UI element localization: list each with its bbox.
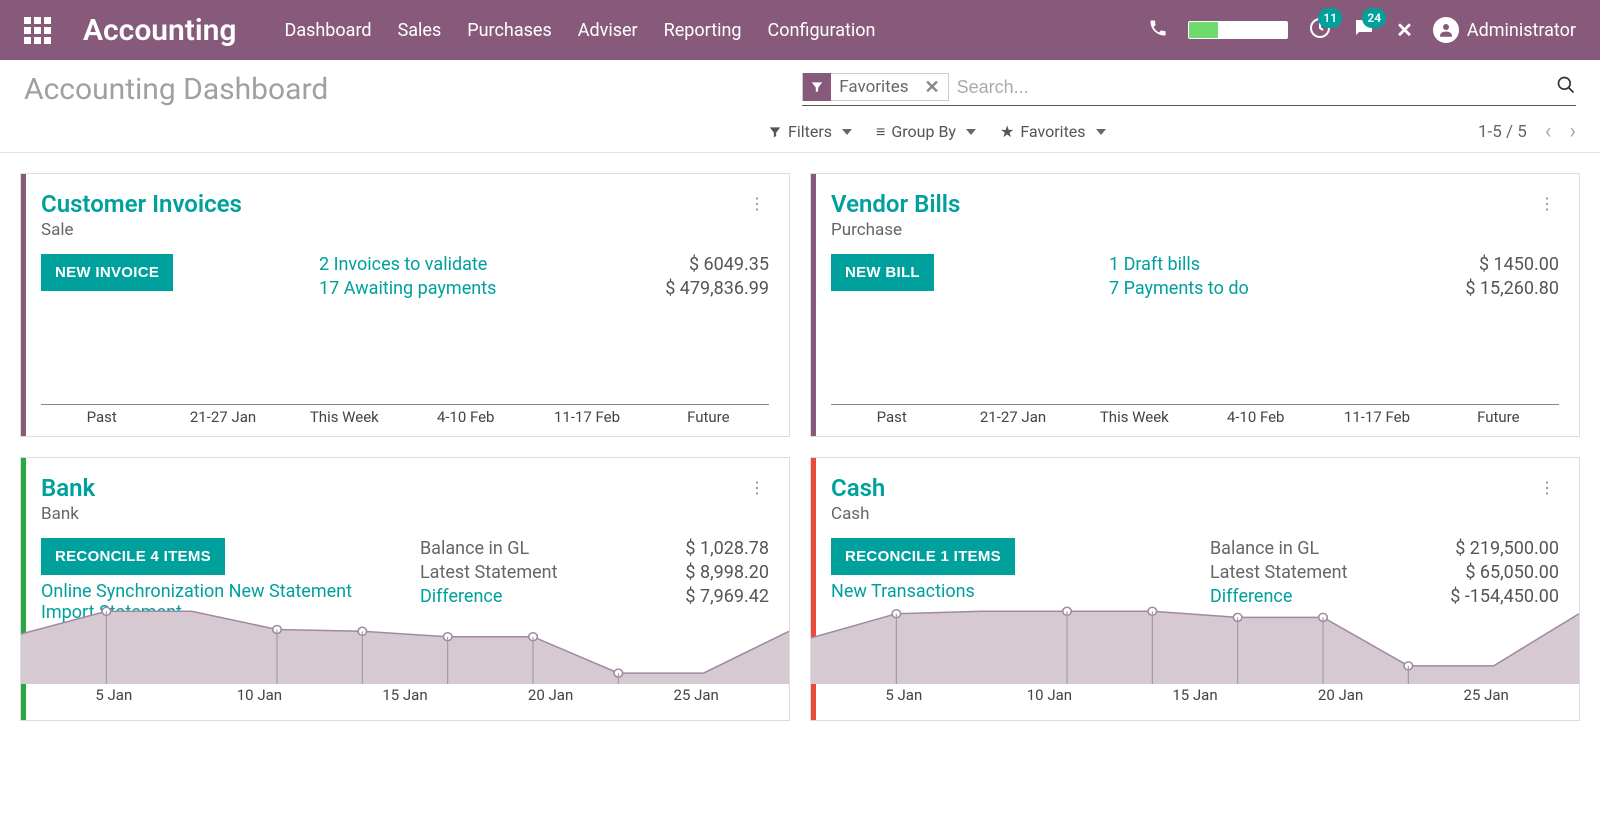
link-draft-bills[interactable]: 1 Draft bills xyxy=(1109,254,1409,275)
label-balance-gl: Balance in GL xyxy=(1210,538,1409,559)
search-icon[interactable] xyxy=(1556,75,1576,99)
avatar xyxy=(1433,17,1459,43)
phone-icon[interactable] xyxy=(1148,18,1168,42)
card-cash: Cash Cash ⋮ RECONCILE 1 ITEMS New Transa… xyxy=(810,457,1580,721)
card-subtitle: Cash xyxy=(831,504,1535,524)
activity-icon[interactable]: 11 xyxy=(1308,16,1332,44)
customer-invoices-chart: Past21-27 JanThis Week4-10 Feb11-17 FebF… xyxy=(41,340,769,428)
card-subtitle: Sale xyxy=(41,220,745,240)
card-vendor-bills: Vendor Bills Purchase ⋮ NEW BILL 1 Draft… xyxy=(810,173,1580,437)
link-online-sync[interactable]: Online Synchronization New Statement xyxy=(41,581,420,602)
link-invoices-to-validate[interactable]: 2 Invoices to validate xyxy=(319,254,619,275)
amount-payments: $ 15,260.80 xyxy=(1409,278,1559,299)
bank-chart: 5 Jan10 Jan15 Jan20 Jan25 Jan xyxy=(21,604,789,712)
close-icon[interactable]: ✕ xyxy=(1396,18,1413,42)
card-menu-icon[interactable]: ⋮ xyxy=(745,474,769,501)
chat-badge: 24 xyxy=(1362,8,1386,28)
nav-menu: Dashboard Sales Purchases Adviser Report… xyxy=(285,20,876,41)
search-area[interactable]: Favorites ✕ xyxy=(802,73,1576,106)
link-awaiting-payments[interactable]: 17 Awaiting payments xyxy=(319,278,619,299)
card-menu-icon[interactable]: ⋮ xyxy=(745,190,769,217)
navbar: Accounting Dashboard Sales Purchases Adv… xyxy=(0,0,1600,60)
amount-awaiting: $ 479,836.99 xyxy=(619,278,769,299)
favorites-dropdown[interactable]: ★Favorites xyxy=(1000,122,1106,142)
link-payments-to-do[interactable]: 7 Payments to do xyxy=(1109,278,1409,299)
label-balance-gl: Balance in GL xyxy=(420,538,619,559)
chat-icon[interactable]: 24 xyxy=(1352,16,1376,44)
card-customer-invoices: Customer Invoices Sale ⋮ NEW INVOICE 2 I… xyxy=(20,173,790,437)
card-subtitle: Purchase xyxy=(831,220,1535,240)
nav-item-purchases[interactable]: Purchases xyxy=(467,20,551,41)
pager-text: 1-5 / 5 xyxy=(1478,122,1527,142)
label-latest-statement: Latest Statement xyxy=(1210,562,1409,583)
pager-next[interactable]: › xyxy=(1569,119,1576,144)
amount-latest-statement: $ 65,050.00 xyxy=(1409,562,1559,583)
breadcrumb: Accounting Dashboard xyxy=(24,72,328,107)
amount-balance-gl: $ 219,500.00 xyxy=(1409,538,1559,559)
link-new-transactions[interactable]: New Transactions xyxy=(831,581,1210,602)
new-bill-button[interactable]: NEW BILL xyxy=(831,254,934,291)
card-subtitle: Bank xyxy=(41,504,745,524)
amount-draft: $ 1450.00 xyxy=(1409,254,1559,275)
card-title[interactable]: Customer Invoices xyxy=(41,190,745,218)
facet-remove-icon[interactable]: ✕ xyxy=(917,77,948,98)
search-input[interactable] xyxy=(957,77,1556,98)
card-menu-icon[interactable]: ⋮ xyxy=(1535,190,1559,217)
nav-item-reporting[interactable]: Reporting xyxy=(664,20,742,41)
card-title[interactable]: Cash xyxy=(831,474,1535,502)
user-menu[interactable]: Administrator xyxy=(1433,17,1576,43)
app-name[interactable]: Accounting xyxy=(83,13,237,48)
card-bank: Bank Bank ⋮ RECONCILE 4 ITEMS Online Syn… xyxy=(20,457,790,721)
kanban-view: Customer Invoices Sale ⋮ NEW INVOICE 2 I… xyxy=(0,153,1600,741)
amount-to-validate: $ 6049.35 xyxy=(619,254,769,275)
reconcile-bank-button[interactable]: RECONCILE 4 ITEMS xyxy=(41,538,225,575)
nav-item-adviser[interactable]: Adviser xyxy=(578,20,638,41)
filters-dropdown[interactable]: Filters xyxy=(768,122,852,142)
nav-item-sales[interactable]: Sales xyxy=(398,20,442,41)
reconcile-cash-button[interactable]: RECONCILE 1 ITEMS xyxy=(831,538,1015,575)
amount-latest-statement: $ 8,998.20 xyxy=(619,562,769,583)
cash-chart: 5 Jan10 Jan15 Jan20 Jan25 Jan xyxy=(811,604,1579,712)
control-panel: Accounting Dashboard Favorites ✕ Filters… xyxy=(0,60,1600,153)
new-invoice-button[interactable]: NEW INVOICE xyxy=(41,254,173,291)
card-menu-icon[interactable]: ⋮ xyxy=(1535,474,1559,501)
card-title[interactable]: Vendor Bills xyxy=(831,190,1535,218)
pager-prev[interactable]: ‹ xyxy=(1545,119,1552,144)
card-accent xyxy=(811,174,816,436)
activity-badge: 11 xyxy=(1318,8,1342,28)
apps-icon[interactable] xyxy=(24,17,51,44)
card-title[interactable]: Bank xyxy=(41,474,745,502)
nav-item-configuration[interactable]: Configuration xyxy=(768,20,876,41)
amount-balance-gl: $ 1,028.78 xyxy=(619,538,769,559)
filter-icon xyxy=(803,73,831,101)
vendor-bills-chart: Past21-27 JanThis Week4-10 Feb11-17 FebF… xyxy=(831,340,1559,428)
label-latest-statement: Latest Statement xyxy=(420,562,619,583)
username-label: Administrator xyxy=(1467,20,1576,41)
groupby-dropdown[interactable]: ≡Group By xyxy=(876,122,976,142)
search-facet-favorites: Favorites ✕ xyxy=(802,73,948,101)
card-accent xyxy=(21,174,26,436)
facet-label: Favorites xyxy=(831,77,916,97)
progress-indicator[interactable] xyxy=(1188,21,1288,39)
nav-item-dashboard[interactable]: Dashboard xyxy=(285,20,372,41)
